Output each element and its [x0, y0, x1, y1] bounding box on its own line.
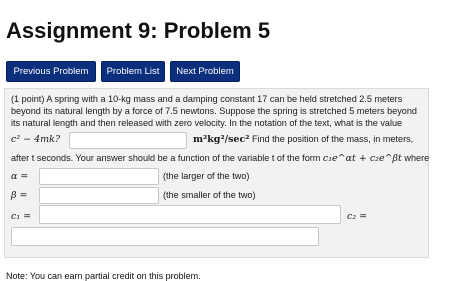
form-expr: c₁e^αt + c₂e^βt — [322, 153, 402, 164]
expr-label: c² − 4mk? — [11, 134, 61, 145]
partial-credit-note: Note: You can earn partial credit on thi… — [6, 271, 201, 281]
units-label: m²kg²/sec² — [193, 134, 250, 145]
page-title: Assignment 9: Problem 5 — [6, 18, 271, 43]
alpha-hint: (the larger of the two) — [163, 171, 250, 181]
c1-label: c₁ = — [11, 211, 32, 222]
after-text: after t seconds. Your answer should be a… — [11, 153, 321, 163]
problem-panel: (1 point) A spring with a 10-kg mass and… — [4, 88, 429, 258]
units-row: m²kg²/sec² Find the position of the mass… — [193, 134, 413, 145]
c1-label-wrap: c₁ = — [11, 211, 31, 222]
expr-input[interactable] — [69, 132, 187, 149]
c1-input[interactable] — [39, 205, 341, 224]
problem-list-button[interactable]: Problem List — [101, 61, 165, 82]
find-text: Find the position of the mass, in meters… — [251, 134, 414, 144]
c2-label: c₂ = — [347, 211, 368, 222]
previous-problem-button[interactable]: Previous Problem — [6, 61, 96, 82]
where-text: where — [404, 153, 430, 163]
problem-statement: (1 point) A spring with a 10-kg mass and… — [11, 94, 417, 128]
c2-input[interactable] — [11, 227, 319, 246]
next-problem-button[interactable]: Next Problem — [170, 61, 240, 82]
c2-label-wrap: c₂ = — [347, 211, 367, 222]
beta-label-wrap: β = — [11, 190, 27, 201]
alpha-input[interactable] — [39, 168, 159, 185]
expr-row: c² − 4mk? — [11, 134, 60, 145]
beta-label: β = — [11, 190, 28, 201]
alpha-label-wrap: α = — [11, 171, 28, 182]
form-row: after t seconds. Your answer should be a… — [11, 153, 429, 164]
alpha-label: α = — [11, 171, 29, 182]
problem-nav: Previous Problem Problem List Next Probl… — [6, 61, 240, 82]
beta-input[interactable] — [39, 187, 159, 204]
beta-hint: (the smaller of the two) — [163, 190, 256, 200]
